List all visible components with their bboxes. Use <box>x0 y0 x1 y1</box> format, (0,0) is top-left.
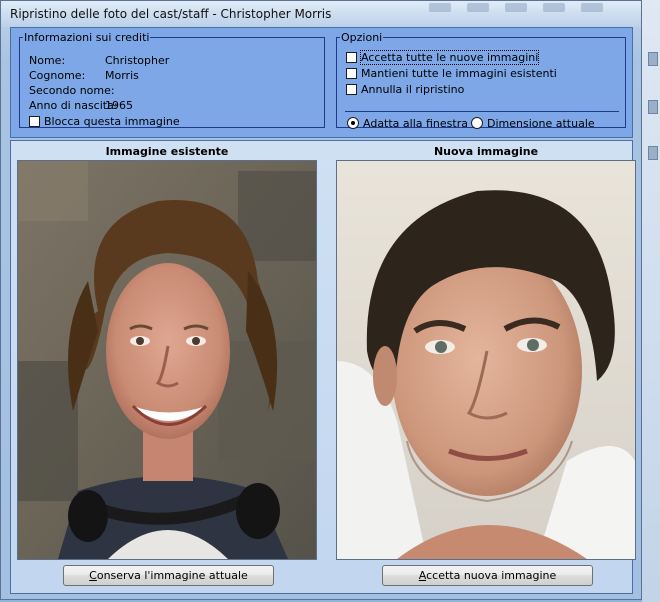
restore-photos-dialog: Ripristino delle foto del cast/staff - C… <box>0 0 642 600</box>
keep-all-existing-checkbox[interactable]: Mantieni tutte le immagini esistenti <box>346 67 557 81</box>
accept-new-image-button[interactable]: Accetta nuova immagine <box>382 565 593 586</box>
top-panel: Informazioni sui crediti Nome: Christoph… <box>10 27 633 138</box>
fit-window-radio-button[interactable] <box>347 117 359 129</box>
new-photo-image <box>337 161 635 559</box>
existing-image-heading: Immagine esistente <box>105 145 229 158</box>
existing-photo-image <box>18 161 316 559</box>
accept-all-new-label: Accetta tutte le nuove immagini <box>359 50 540 65</box>
window-title: Ripristino delle foto del cast/staff - C… <box>10 7 332 21</box>
options-legend: Opzioni <box>341 31 383 44</box>
accept-button-label: ccetta nuova immagine <box>426 569 557 582</box>
first-name-label: Nome: <box>29 54 66 67</box>
actual-size-radio[interactable]: Dimensione attuale <box>471 117 595 131</box>
new-image-heading: Nuova immagine <box>433 145 539 158</box>
last-name-value: Morris <box>105 69 139 82</box>
fit-window-label: Adatta alla finestra <box>363 117 468 130</box>
credits-group: Informazioni sui crediti Nome: Christoph… <box>19 32 325 128</box>
background-window-edge <box>642 0 660 602</box>
credits-legend: Informazioni sui crediti <box>24 31 150 44</box>
keep-button-hotkey: C <box>89 569 97 582</box>
options-group: Opzioni Accetta tutte le nuove immagini … <box>336 31 626 131</box>
keep-all-existing-label: Mantieni tutte le immagini esistenti <box>361 67 557 80</box>
new-photo <box>336 160 636 560</box>
keep-button-label: onserva l'immagine attuale <box>96 569 248 582</box>
birth-year-value: 1965 <box>105 99 133 112</box>
background-control <box>648 146 658 160</box>
middle-name-label: Secondo nome: <box>29 84 115 97</box>
first-name-value: Christopher <box>105 54 170 67</box>
cancel-restore-label: Annulla il ripristino <box>361 83 465 96</box>
images-panel: Immagine esistente Conserva l'immagine a… <box>10 140 636 594</box>
lock-image-checkbox[interactable]: Blocca questa immagine <box>29 115 180 129</box>
actual-size-label: Dimensione attuale <box>487 117 595 130</box>
last-name-label: Cognome: <box>29 69 86 82</box>
background-toolbar-ghost <box>421 1 631 15</box>
existing-photo <box>17 160 317 560</box>
cancel-restore-checkbox-box[interactable] <box>346 84 357 95</box>
background-control <box>648 100 658 114</box>
keep-all-existing-checkbox-box[interactable] <box>346 68 357 79</box>
accept-all-new-checkbox-box[interactable] <box>346 52 357 63</box>
lock-image-label: Blocca questa immagine <box>44 115 180 128</box>
keep-current-image-button[interactable]: Conserva l'immagine attuale <box>63 565 274 586</box>
title-bar[interactable]: Ripristino delle foto del cast/staff - C… <box>1 1 641 27</box>
lock-image-checkbox-box[interactable] <box>29 116 40 127</box>
options-separator <box>345 111 619 112</box>
accept-button-hotkey: A <box>418 569 427 582</box>
fit-window-radio[interactable]: Adatta alla finestra <box>347 117 468 131</box>
actual-size-radio-button[interactable] <box>471 117 483 129</box>
cancel-restore-checkbox[interactable]: Annulla il ripristino <box>346 83 464 97</box>
background-control <box>648 52 658 66</box>
accept-all-new-checkbox[interactable]: Accetta tutte le nuove immagini <box>346 50 540 65</box>
